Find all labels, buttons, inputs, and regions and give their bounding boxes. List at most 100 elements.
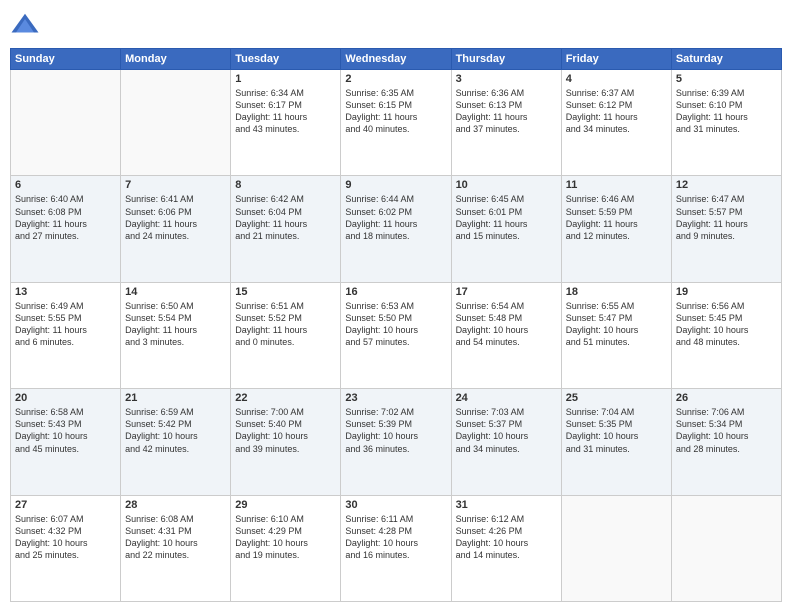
day-info: Sunrise: 7:04 AM Sunset: 5:35 PM Dayligh… [566, 406, 667, 455]
day-info: Sunrise: 6:47 AM Sunset: 5:57 PM Dayligh… [676, 193, 777, 242]
logo [10, 10, 44, 40]
day-info: Sunrise: 7:06 AM Sunset: 5:34 PM Dayligh… [676, 406, 777, 455]
day-number: 15 [235, 286, 336, 298]
calendar-day-cell: 2Sunrise: 6:35 AM Sunset: 6:15 PM Daylig… [341, 70, 451, 176]
calendar-day-cell: 11 Sunrise: 6:46 AM Sunset: 5:59 PM Dayli… [561, 176, 671, 282]
calendar-day-cell: 16 Sunrise: 6:53 AM Sunset: 5:50 PM Dayli… [341, 282, 451, 388]
day-info: Sunrise: 6:39 AM Sunset: 6:10 PM Dayligh… [676, 87, 777, 136]
day-number: 24 [456, 392, 557, 404]
day-info: Sunrise: 7:03 AM Sunset: 5:37 PM Dayligh… [456, 406, 557, 455]
day-info: Sunrise: 7:02 AM Sunset: 5:39 PM Dayligh… [345, 406, 446, 455]
day-info: Sunrise: 6:51 AM Sunset: 5:52 PM Dayligh… [235, 300, 336, 349]
day-info: Sunrise: 6:08 AM Sunset: 4:31 PM Dayligh… [125, 513, 226, 562]
day-number: 22 [235, 392, 336, 404]
calendar-week-row: 20 Sunrise: 6:58 AM Sunset: 5:43 PM Dayli… [11, 389, 782, 495]
day-number: 5 [676, 73, 777, 85]
day-number: 18 [566, 286, 667, 298]
day-number: 17 [456, 286, 557, 298]
day-info: Sunrise: 6:07 AM Sunset: 4:32 PM Dayligh… [15, 513, 116, 562]
day-info: Sunrise: 6:50 AM Sunset: 5:54 PM Dayligh… [125, 300, 226, 349]
calendar-day-cell: 7Sunrise: 6:41 AM Sunset: 6:06 PM Daylig… [121, 176, 231, 282]
calendar-day-cell: 5 Sunrise: 6:39 AM Sunset: 6:10 PM Daylig… [671, 70, 781, 176]
day-info: Sunrise: 6:34 AM Sunset: 6:17 PM Dayligh… [235, 87, 336, 136]
calendar-week-row: 6 Sunrise: 6:40 AM Sunset: 6:08 PM Daylig… [11, 176, 782, 282]
day-info: Sunrise: 6:55 AM Sunset: 5:47 PM Dayligh… [566, 300, 667, 349]
calendar-day-cell: 23 Sunrise: 7:02 AM Sunset: 5:39 PM Dayli… [341, 389, 451, 495]
day-number: 4 [566, 73, 667, 85]
calendar-body: 1 Sunrise: 6:34 AM Sunset: 6:17 PM Daylig… [11, 70, 782, 602]
day-info: Sunrise: 6:49 AM Sunset: 5:55 PM Dayligh… [15, 300, 116, 349]
calendar-header: SundayMondayTuesdayWednesdayThursdayFrid… [11, 49, 782, 70]
header [10, 10, 782, 40]
day-info: Sunrise: 6:42 AM Sunset: 6:04 PM Dayligh… [235, 193, 336, 242]
day-number: 14 [125, 286, 226, 298]
calendar-day-cell [11, 70, 121, 176]
day-number: 3 [456, 73, 557, 85]
weekday-header-friday: Friday [561, 49, 671, 70]
calendar-day-cell: 21 Sunrise: 6:59 AM Sunset: 5:42 PM Dayli… [121, 389, 231, 495]
calendar-day-cell: 30 Sunrise: 6:11 AM Sunset: 4:28 PM Dayli… [341, 495, 451, 601]
day-info: Sunrise: 6:58 AM Sunset: 5:43 PM Dayligh… [15, 406, 116, 455]
calendar-day-cell: 3 Sunrise: 6:36 AM Sunset: 6:13 PM Daylig… [451, 70, 561, 176]
page: SundayMondayTuesdayWednesdayThursdayFrid… [0, 0, 792, 612]
calendar-day-cell: 26 Sunrise: 7:06 AM Sunset: 5:34 PM Dayli… [671, 389, 781, 495]
day-number: 28 [125, 499, 226, 511]
calendar-week-row: 1 Sunrise: 6:34 AM Sunset: 6:17 PM Daylig… [11, 70, 782, 176]
weekday-header-thursday: Thursday [451, 49, 561, 70]
day-info: Sunrise: 6:12 AM Sunset: 4:26 PM Dayligh… [456, 513, 557, 562]
calendar-week-row: 13 Sunrise: 6:49 AM Sunset: 5:55 PM Dayli… [11, 282, 782, 388]
day-number: 6 [15, 179, 116, 191]
weekday-header-sunday: Sunday [11, 49, 121, 70]
calendar-day-cell: 14 Sunrise: 6:50 AM Sunset: 5:54 PM Dayli… [121, 282, 231, 388]
day-number: 13 [15, 286, 116, 298]
calendar-day-cell: 9 Sunrise: 6:44 AM Sunset: 6:02 PM Daylig… [341, 176, 451, 282]
day-number: 10 [456, 179, 557, 191]
calendar-day-cell: 18 Sunrise: 6:55 AM Sunset: 5:47 PM Dayli… [561, 282, 671, 388]
day-info: Sunrise: 6:37 AM Sunset: 6:12 PM Dayligh… [566, 87, 667, 136]
calendar-day-cell: 8 Sunrise: 6:42 AM Sunset: 6:04 PM Daylig… [231, 176, 341, 282]
day-info: Sunrise: 6:45 AM Sunset: 6:01 PM Dayligh… [456, 193, 557, 242]
day-number: 9 [345, 179, 446, 191]
calendar-day-cell: 13 Sunrise: 6:49 AM Sunset: 5:55 PM Dayli… [11, 282, 121, 388]
weekday-header-tuesday: Tuesday [231, 49, 341, 70]
day-number: 30 [345, 499, 446, 511]
calendar-day-cell [121, 70, 231, 176]
day-number: 11 [566, 179, 667, 191]
calendar-table: SundayMondayTuesdayWednesdayThursdayFrid… [10, 48, 782, 602]
day-number: 31 [456, 499, 557, 511]
day-number: 16 [345, 286, 446, 298]
calendar-day-cell: 25Sunrise: 7:04 AM Sunset: 5:35 PM Dayli… [561, 389, 671, 495]
day-info: Sunrise: 6:54 AM Sunset: 5:48 PM Dayligh… [456, 300, 557, 349]
day-number: 23 [345, 392, 446, 404]
day-info: Sunrise: 6:53 AM Sunset: 5:50 PM Dayligh… [345, 300, 446, 349]
day-number: 26 [676, 392, 777, 404]
day-number: 12 [676, 179, 777, 191]
weekday-row: SundayMondayTuesdayWednesdayThursdayFrid… [11, 49, 782, 70]
day-number: 27 [15, 499, 116, 511]
day-info: Sunrise: 6:56 AM Sunset: 5:45 PM Dayligh… [676, 300, 777, 349]
day-number: 8 [235, 179, 336, 191]
day-info: Sunrise: 6:40 AM Sunset: 6:08 PM Dayligh… [15, 193, 116, 242]
calendar-day-cell: 10 Sunrise: 6:45 AM Sunset: 6:01 PM Dayli… [451, 176, 561, 282]
day-number: 1 [235, 73, 336, 85]
day-info: Sunrise: 6:11 AM Sunset: 4:28 PM Dayligh… [345, 513, 446, 562]
calendar-day-cell: 1 Sunrise: 6:34 AM Sunset: 6:17 PM Daylig… [231, 70, 341, 176]
calendar-day-cell: 27 Sunrise: 6:07 AM Sunset: 4:32 PM Dayli… [11, 495, 121, 601]
day-number: 19 [676, 286, 777, 298]
day-info: Sunrise: 6:10 AM Sunset: 4:29 PM Dayligh… [235, 513, 336, 562]
calendar-day-cell: 31 Sunrise: 6:12 AM Sunset: 4:26 PM Dayli… [451, 495, 561, 601]
day-info: Sunrise: 6:36 AM Sunset: 6:13 PM Dayligh… [456, 87, 557, 136]
calendar-day-cell [561, 495, 671, 601]
calendar-day-cell: 15 Sunrise: 6:51 AM Sunset: 5:52 PM Dayli… [231, 282, 341, 388]
day-info: Sunrise: 6:41 AM Sunset: 6:06 PM Dayligh… [125, 193, 226, 242]
calendar-day-cell: 20 Sunrise: 6:58 AM Sunset: 5:43 PM Dayli… [11, 389, 121, 495]
day-number: 21 [125, 392, 226, 404]
day-number: 20 [15, 392, 116, 404]
calendar-day-cell: 28 Sunrise: 6:08 AM Sunset: 4:31 PM Dayli… [121, 495, 231, 601]
day-info: Sunrise: 6:59 AM Sunset: 5:42 PM Dayligh… [125, 406, 226, 455]
day-info: Sunrise: 6:46 AM Sunset: 5:59 PM Dayligh… [566, 193, 667, 242]
day-info: Sunrise: 6:44 AM Sunset: 6:02 PM Dayligh… [345, 193, 446, 242]
calendar-week-row: 27 Sunrise: 6:07 AM Sunset: 4:32 PM Dayli… [11, 495, 782, 601]
calendar-day-cell: 29Sunrise: 6:10 AM Sunset: 4:29 PM Dayli… [231, 495, 341, 601]
calendar-day-cell: 12 Sunrise: 6:47 AM Sunset: 5:57 PM Dayli… [671, 176, 781, 282]
